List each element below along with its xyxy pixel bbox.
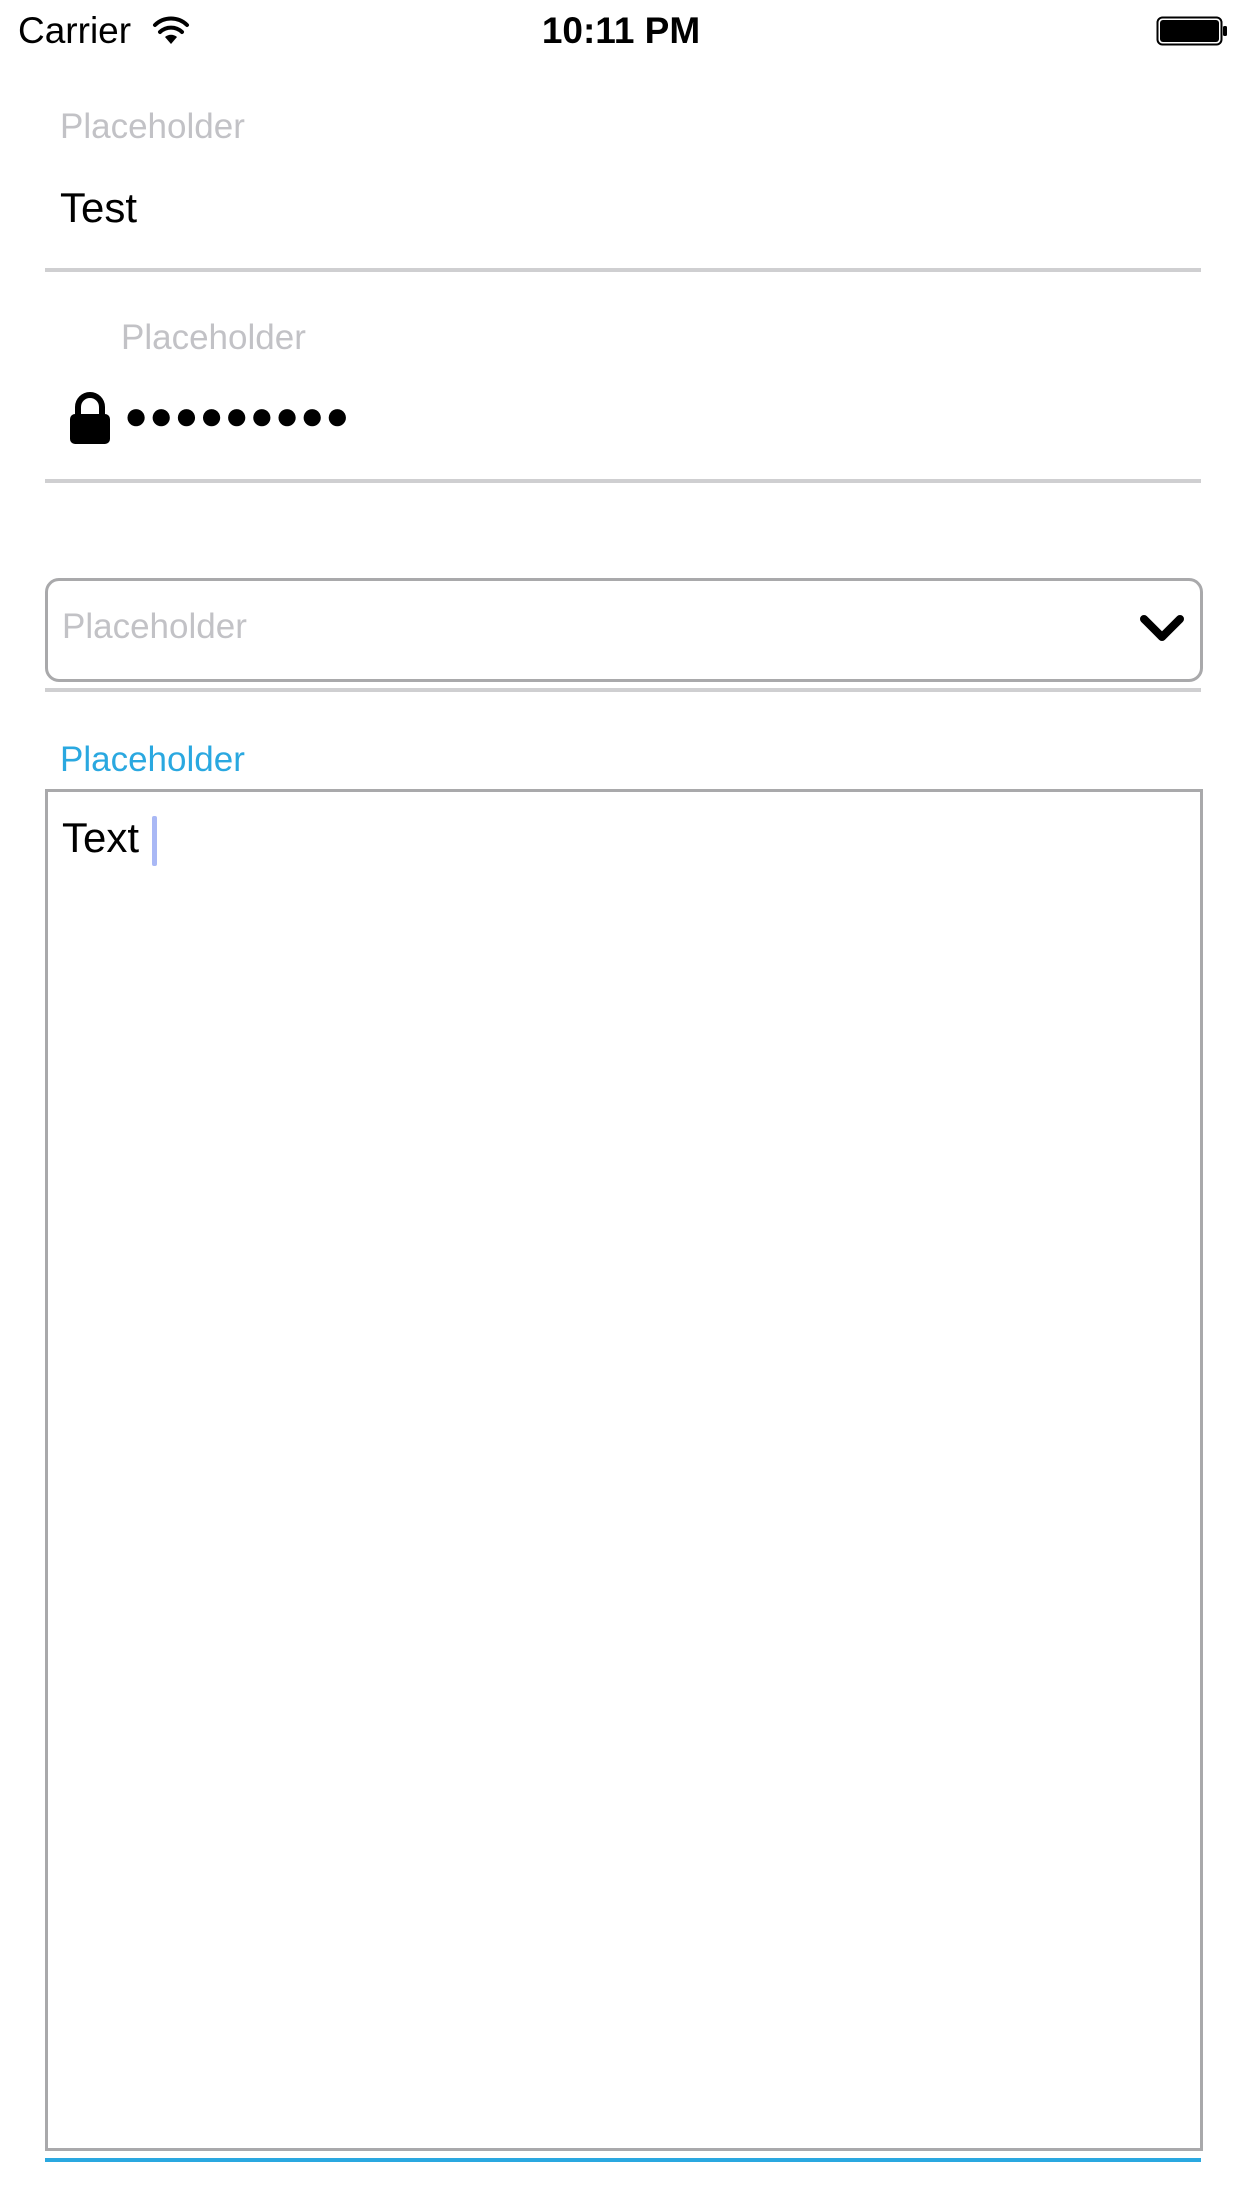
dropdown-underline — [45, 688, 1201, 692]
username-label: Placeholder — [60, 107, 245, 146]
battery-icon — [1156, 16, 1227, 46]
password-underline — [45, 479, 1201, 483]
chevron-down-icon[interactable] — [1138, 611, 1186, 645]
dropdown-placeholder: Placeholder — [62, 607, 247, 646]
text-caret — [152, 816, 157, 866]
password-input[interactable]: ●●●●●●●●● — [124, 388, 350, 444]
username-input[interactable]: Test — [60, 182, 137, 234]
username-underline — [45, 268, 1201, 272]
textarea-field[interactable]: Text — [45, 789, 1203, 2151]
status-time: 10:11 PM — [541, 10, 701, 51]
textarea-value: Text — [62, 814, 140, 861]
dropdown-select[interactable]: Placeholder — [45, 578, 1203, 682]
textarea-underline — [45, 2158, 1201, 2162]
password-label: Placeholder — [121, 318, 306, 357]
textarea-label: Placeholder — [60, 740, 245, 779]
lock-icon — [70, 392, 110, 444]
